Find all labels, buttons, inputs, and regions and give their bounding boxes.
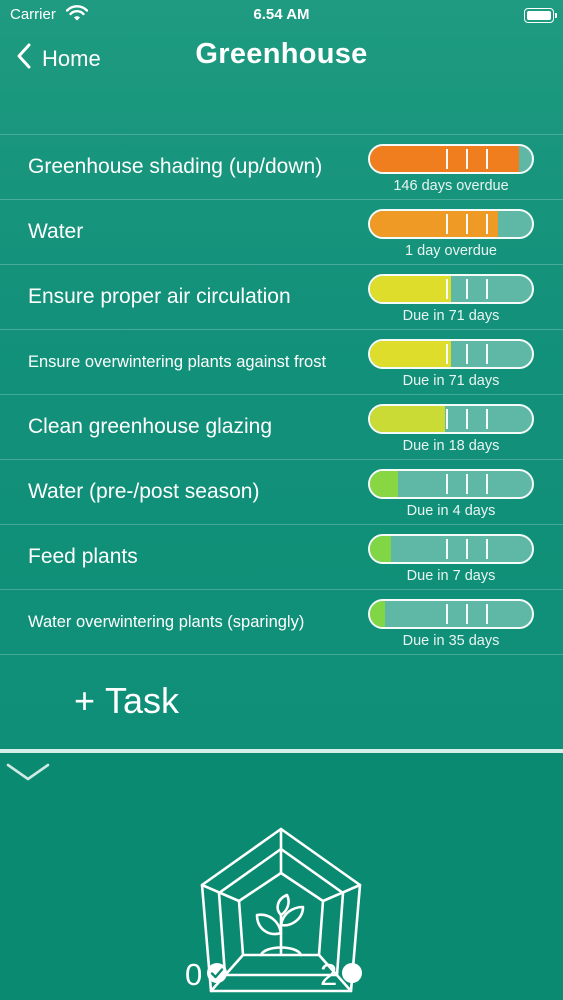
- completed-counter[interactable]: 0: [185, 957, 228, 993]
- progress-tick: [466, 214, 468, 234]
- task-progress-fill: [370, 211, 498, 237]
- task-row[interactable]: Water overwintering plants (sparingly) D…: [0, 590, 563, 655]
- task-label: Water: [28, 220, 84, 243]
- progress-tick: [466, 539, 468, 559]
- task-status: Due in 71 days: [402, 308, 500, 324]
- task-progress-bar: [368, 534, 534, 564]
- task-progress-fill: [370, 146, 520, 172]
- progress-tick: [486, 344, 488, 364]
- progress-tick: [466, 149, 468, 169]
- task-progress-bar: [368, 274, 534, 304]
- task-progress-fill: [370, 471, 398, 497]
- progress-tick: [486, 474, 488, 494]
- progress-tick: [486, 214, 488, 234]
- plus-icon: +: [74, 680, 96, 721]
- task-row[interactable]: Ensure proper air circulation Due in 71 …: [0, 265, 563, 330]
- task-progress-fill: [370, 341, 451, 367]
- add-task-label: Task: [105, 680, 180, 721]
- task-label: Water overwintering plants (sparingly): [28, 613, 305, 631]
- task-status: Due in 71 days: [402, 373, 500, 389]
- task-row[interactable]: Ensure overwintering plants against fros…: [0, 330, 563, 395]
- task-label: Feed plants: [28, 545, 138, 568]
- progress-tick: [446, 149, 448, 169]
- add-task-button[interactable]: + Task: [74, 680, 179, 722]
- task-progress-fill: [370, 536, 392, 562]
- progress-tick: [446, 279, 448, 299]
- task-status: 1 day overdue: [405, 243, 497, 259]
- progress-tick: [466, 604, 468, 624]
- back-label: Home: [42, 45, 101, 71]
- task-progress-bar: [368, 599, 534, 629]
- progress-tick: [446, 214, 448, 234]
- progress-tick: [446, 474, 448, 494]
- progress-tick: [486, 409, 488, 429]
- task-label: Ensure proper air circulation: [28, 285, 291, 308]
- navigation-bar: Home Greenhouse: [0, 30, 563, 90]
- task-label: Water (pre-/post season): [28, 480, 260, 503]
- task-row[interactable]: Greenhouse shading (up/down) 146 days ov…: [0, 135, 563, 200]
- task-status: Due in 35 days: [402, 633, 500, 649]
- progress-tick: [446, 344, 448, 364]
- pending-count: 2: [320, 957, 338, 992]
- filled-circle-icon: [341, 962, 363, 989]
- task-status: Due in 4 days: [406, 503, 496, 519]
- task-progress-bar: [368, 469, 534, 499]
- pending-counter[interactable]: 2: [320, 957, 363, 993]
- task-progress-bar: [368, 404, 534, 434]
- task-status: Due in 18 days: [402, 438, 500, 454]
- task-status: 146 days overdue: [393, 178, 509, 194]
- back-button[interactable]: Home: [16, 42, 101, 75]
- progress-tick: [486, 539, 488, 559]
- task-row[interactable]: Feed plants Due in 7 days: [0, 525, 563, 590]
- progress-tick: [466, 279, 468, 299]
- counters: 0 2: [0, 957, 563, 997]
- task-progress-fill: [370, 406, 445, 432]
- progress-tick: [446, 604, 448, 624]
- clock: 6.54 AM: [253, 6, 310, 23]
- progress-tick: [466, 409, 468, 429]
- task-progress-fill: [370, 276, 451, 302]
- completed-count: 0: [185, 957, 203, 992]
- task-progress-bar: [368, 339, 534, 369]
- task-progress-bar: [368, 209, 534, 239]
- task-label: Ensure overwintering plants against fros…: [28, 353, 327, 371]
- task-progress-bar: [368, 144, 534, 174]
- progress-tick: [486, 149, 488, 169]
- task-row[interactable]: Water (pre-/post season) Due in 4 days: [0, 460, 563, 525]
- task-list: Greenhouse shading (up/down) 146 days ov…: [0, 134, 563, 655]
- battery-icon: [524, 8, 557, 23]
- task-label: Greenhouse shading (up/down): [28, 155, 323, 178]
- chevron-down-icon[interactable]: [6, 761, 50, 788]
- task-status: Due in 7 days: [406, 568, 496, 584]
- task-label: Clean greenhouse glazing: [28, 415, 273, 438]
- check-circle-icon: [206, 962, 228, 989]
- progress-tick: [486, 604, 488, 624]
- progress-tick: [466, 474, 468, 494]
- progress-tick: [446, 409, 448, 429]
- status-bar: Carrier 6.54 AM: [0, 0, 563, 30]
- task-row[interactable]: Water 1 day overdue: [0, 200, 563, 265]
- progress-tick: [486, 279, 488, 299]
- place-panel: 0 2: [0, 753, 563, 1000]
- progress-tick: [446, 539, 448, 559]
- task-row[interactable]: Clean greenhouse glazing Due in 18 days: [0, 395, 563, 460]
- task-progress-fill: [370, 601, 385, 627]
- progress-tick: [466, 344, 468, 364]
- chevron-left-icon: [16, 42, 32, 75]
